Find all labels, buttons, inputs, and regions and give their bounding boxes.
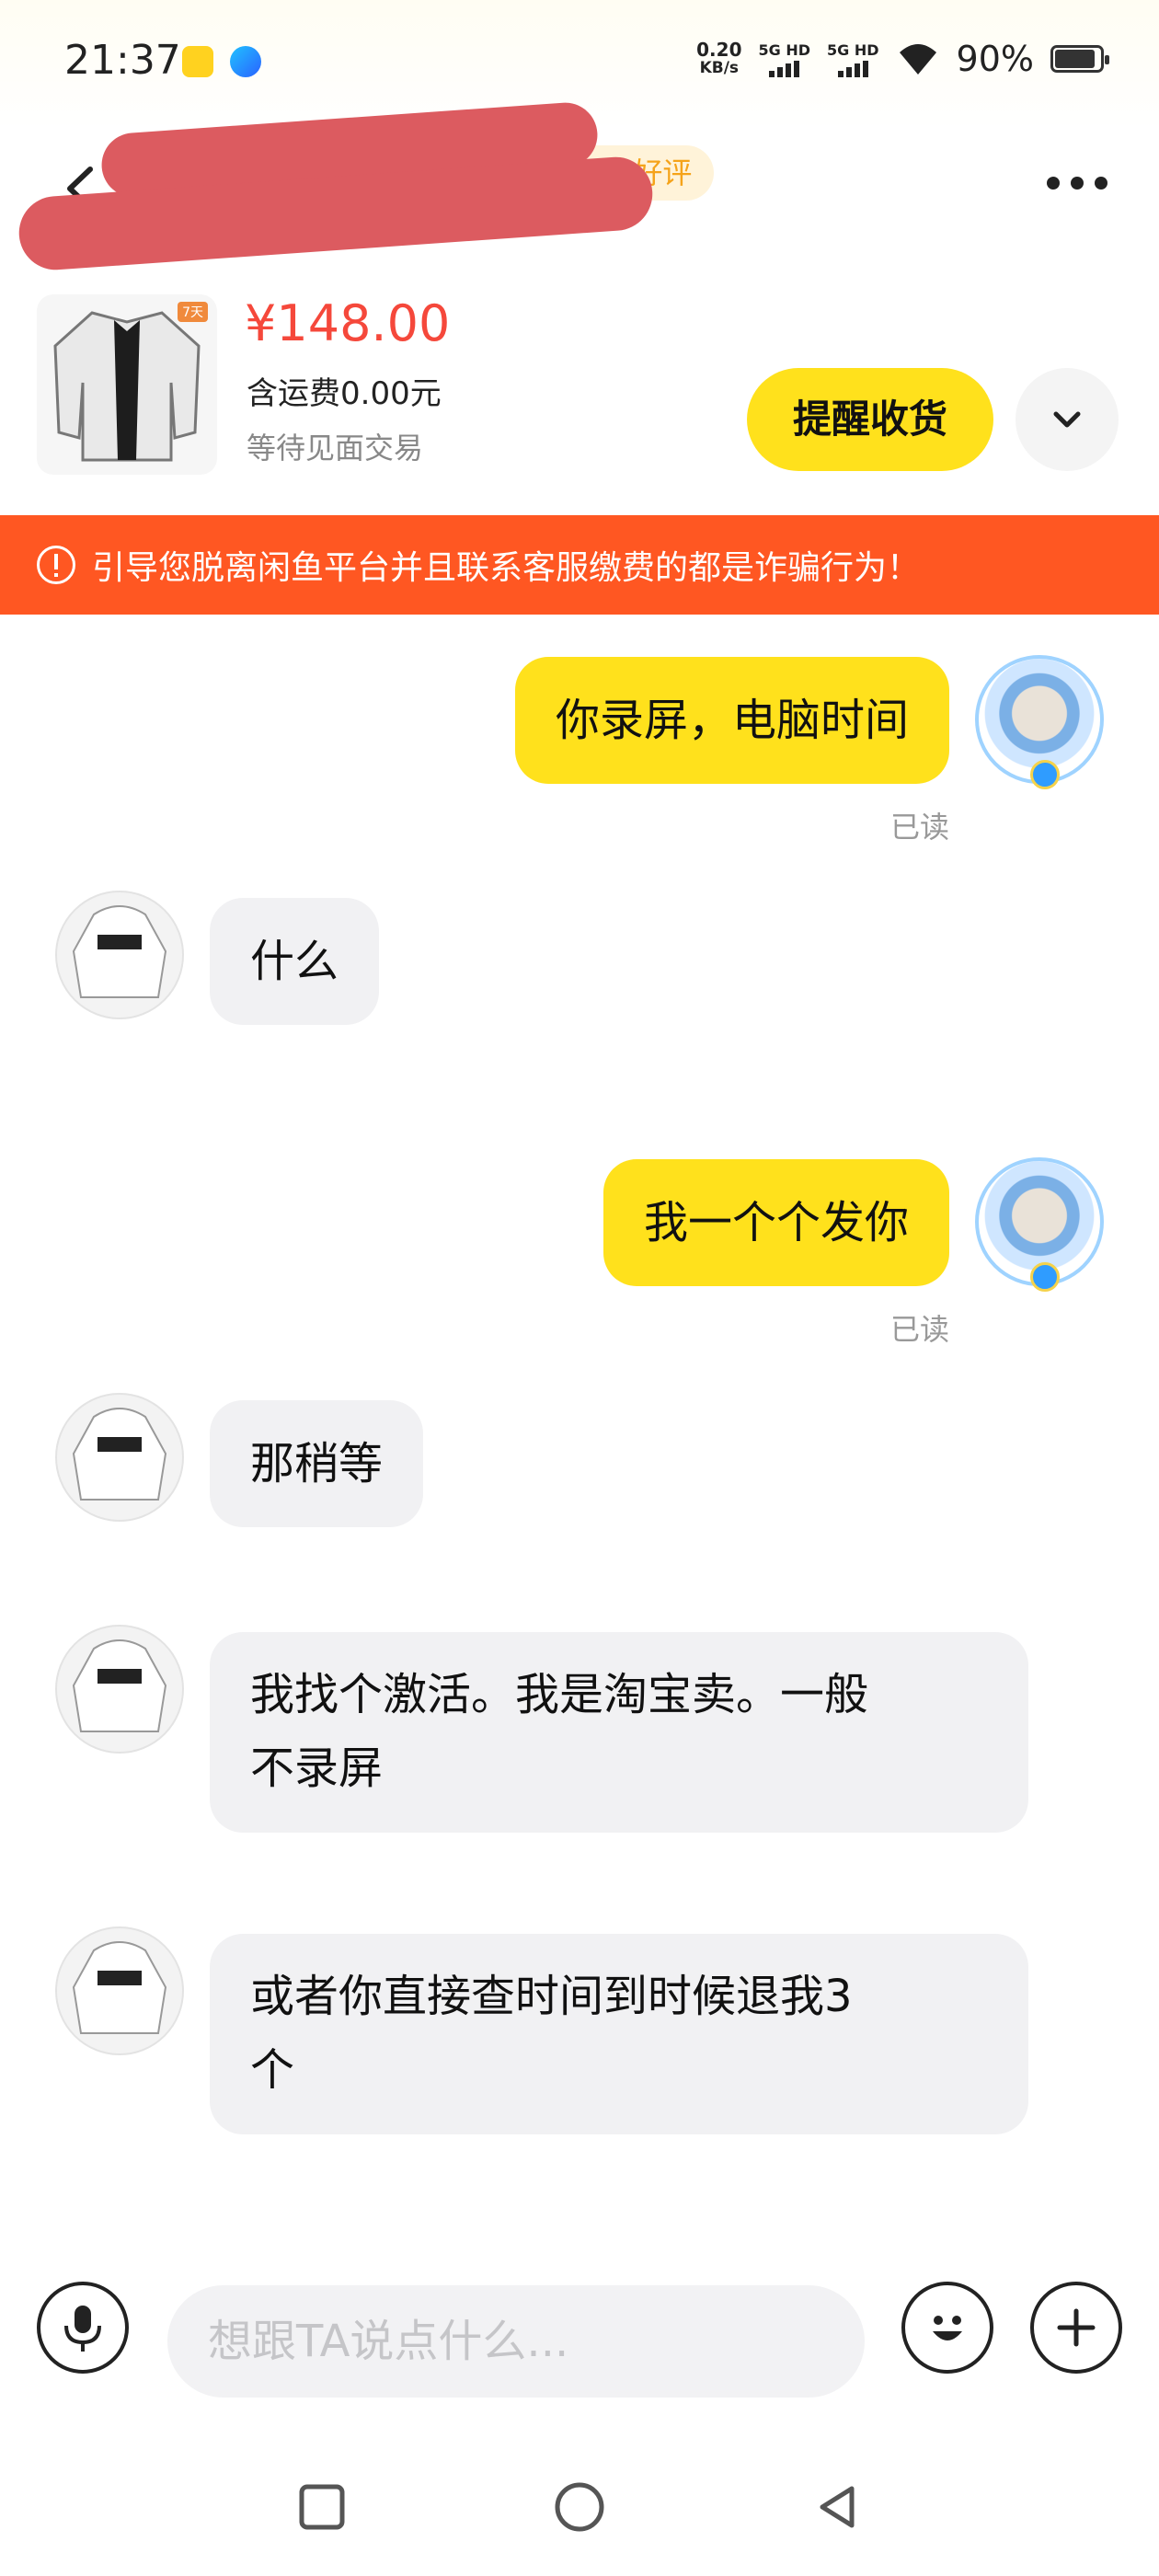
message-incoming: 那稍等	[0, 1393, 1159, 1540]
sim2-signal-icon: 5G HD	[827, 41, 879, 77]
product-card[interactable]: 7天 ¥148.00 含运费0.00元 等待见面交易 提醒收货	[0, 276, 1159, 515]
message-incoming: 我找个激活。我是淘宝卖。一般 不录屏	[0, 1625, 1159, 1836]
input-bar	[0, 2245, 1159, 2410]
app-notification-icon	[230, 46, 261, 77]
triangle-back-icon	[820, 2486, 855, 2528]
message-input[interactable]	[167, 2285, 865, 2398]
product-thumbnail[interactable]: 7天	[37, 294, 217, 475]
shipping-fee: 含运费0.00元	[247, 375, 442, 412]
home-button[interactable]	[547, 2475, 612, 2539]
circle-icon	[555, 2482, 604, 2532]
more-actions-button[interactable]	[1030, 2282, 1122, 2374]
fraud-warning-text: 引导您脱离闲鱼平台并且联系客服缴费的都是诈骗行为！	[92, 549, 921, 587]
read-status: 已读	[889, 1312, 949, 1347]
message-bubble[interactable]: 我一个个发你	[602, 1159, 949, 1286]
message-bubble[interactable]: 或者你直接查时间到时候退我3 个	[210, 1934, 1028, 2134]
read-status: 已读	[889, 810, 949, 845]
status-time: 21:37	[64, 37, 181, 84]
remind-receipt-button[interactable]: 提醒收货	[747, 368, 993, 471]
peer-avatar[interactable]	[55, 1625, 184, 1754]
message-bubble[interactable]: 什么	[210, 898, 380, 1025]
my-avatar[interactable]	[975, 1157, 1104, 1292]
hoodie-image	[72, 1941, 167, 2034]
order-status: 等待见面交易	[247, 431, 424, 466]
message-incoming: 或者你直接查时间到时候退我3 个	[0, 1926, 1159, 2138]
recents-button[interactable]	[290, 2475, 354, 2539]
message-outgoing: 我一个个发你 已读	[0, 1117, 1159, 1347]
expand-order-button[interactable]	[1016, 368, 1119, 471]
emoji-button[interactable]	[901, 2282, 993, 2374]
microphone-icon	[64, 2306, 101, 2352]
message-line: 不录屏	[250, 1742, 384, 1794]
message-line: 我找个激活。我是淘宝卖。一般	[250, 1669, 869, 1720]
emoji-icon	[933, 2316, 962, 2340]
app-notification-icon	[182, 46, 213, 77]
message-list[interactable]: 你录屏，电脑时间 已读 什么 我一个个发你 已读 那稍等 我找个激活。我是淘宝卖…	[0, 615, 1159, 2271]
network-speed: 0.20 KB/s	[696, 40, 741, 77]
hoodie-image	[72, 1639, 167, 1732]
battery-percent: 90%	[956, 39, 1034, 79]
more-dots-icon	[1047, 177, 1060, 190]
voice-button[interactable]	[37, 2282, 129, 2374]
battery-icon	[1050, 45, 1109, 73]
plus-icon	[1057, 2308, 1096, 2347]
hoodie-image	[72, 905, 167, 998]
wifi-icon	[899, 44, 936, 75]
exclamation-circle-icon	[37, 546, 75, 584]
sim1-signal-icon: 5G HD	[758, 40, 811, 77]
network-speed-unit: KB/s	[699, 59, 740, 77]
system-nav-bar	[0, 2429, 1159, 2576]
peer-avatar[interactable]	[55, 1393, 184, 1522]
message-bubble[interactable]: 你录屏，电脑时间	[514, 657, 949, 784]
chat-header: 闲 有1条好评	[0, 100, 1159, 272]
product-tag: 7天	[178, 302, 208, 322]
message-incoming: 什么	[0, 891, 1159, 1038]
message-bubble[interactable]: 我找个激活。我是淘宝卖。一般 不录屏	[210, 1632, 1028, 1833]
peer-avatar[interactable]	[55, 891, 184, 1019]
my-avatar[interactable]	[975, 655, 1104, 789]
status-indicators: 0.20 KB/s 5G HD 5G HD 90%	[696, 39, 1109, 79]
peer-avatar[interactable]	[55, 1926, 184, 2055]
message-bubble[interactable]: 那稍等	[210, 1400, 424, 1527]
sim1-label: 5G HD	[758, 40, 811, 59]
hoodie-image	[72, 1408, 167, 1501]
back-nav-button[interactable]	[805, 2475, 869, 2539]
fraud-warning-banner: 引导您脱离闲鱼平台并且联系客服缴费的都是诈骗行为！	[0, 515, 1159, 615]
message-outgoing: 你录屏，电脑时间 已读	[0, 615, 1159, 845]
message-line: 个	[250, 2044, 295, 2096]
message-line: 或者你直接查时间到时候退我3	[250, 1971, 853, 2022]
sim2-label: 5G HD	[827, 40, 879, 59]
battery-fill	[1055, 50, 1096, 68]
square-icon	[299, 2484, 345, 2530]
chevron-down-icon	[1053, 411, 1081, 428]
more-options-button[interactable]	[1047, 177, 1107, 190]
network-speed-value: 0.20	[696, 39, 742, 61]
product-price: ¥148.00	[245, 294, 451, 352]
